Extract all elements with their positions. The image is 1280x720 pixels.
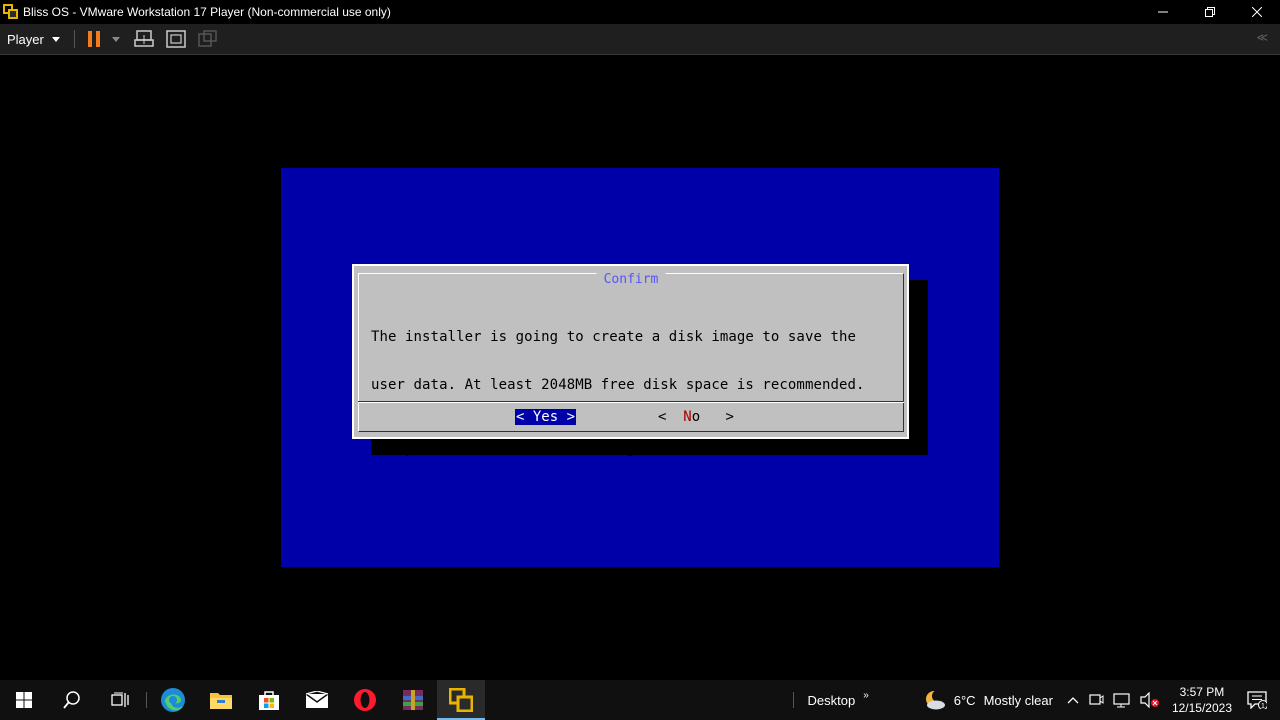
taskbar-app-mail[interactable] xyxy=(293,680,341,720)
clock-time: 3:57 PM xyxy=(1179,685,1225,699)
no-button-hotkey: N xyxy=(683,409,692,425)
minimize-button[interactable] xyxy=(1139,0,1186,24)
clock-date: 12/15/2023 xyxy=(1171,701,1232,715)
ctrl-alt-del-icon xyxy=(134,30,154,47)
system-tray: Desktop » 6°C Mostly clear 3:57 PM 12/15… xyxy=(787,680,1280,720)
weather-description: Mostly clear xyxy=(983,692,1053,708)
notification-count: 1 xyxy=(1261,703,1265,709)
no-button[interactable]: < No > xyxy=(658,409,734,425)
message-line: The installer is going to create a disk … xyxy=(371,329,856,345)
vm-display[interactable]: Confirm The installer is going to create… xyxy=(0,56,1280,680)
window-title-bar: Bliss OS - VMware Workstation 17 Player … xyxy=(0,0,1280,24)
taskbar-app-winrar[interactable] xyxy=(389,680,437,720)
player-menu-button[interactable]: Player xyxy=(7,32,60,47)
taskbar-app-store[interactable] xyxy=(245,680,293,720)
unity-mode-button[interactable] xyxy=(198,30,218,48)
window-title: Bliss OS - VMware Workstation 17 Player … xyxy=(23,5,391,19)
dialog-title: Confirm xyxy=(596,273,666,287)
search-button[interactable] xyxy=(48,680,96,720)
yes-button[interactable]: < Yes > xyxy=(515,409,577,425)
weather-temp: 6°C xyxy=(953,692,976,708)
unity-icon xyxy=(198,30,217,47)
store-icon xyxy=(259,691,279,710)
desktop-toolbar-chevron-icon[interactable]: » xyxy=(863,690,869,701)
tray-icons xyxy=(1067,692,1160,708)
confirm-dialog: Confirm The installer is going to create… xyxy=(352,264,909,457)
taskbar-app-opera[interactable] xyxy=(341,680,389,720)
minimize-icon xyxy=(1157,11,1168,13)
dialog-question: Are you sure to create the image? xyxy=(371,441,652,457)
close-button[interactable] xyxy=(1233,0,1280,24)
fullscreen-icon xyxy=(166,30,186,48)
edge-icon xyxy=(161,688,185,712)
pause-icon-bar xyxy=(95,31,100,47)
message-line: user data. At least 2048MB free disk spa… xyxy=(371,377,865,393)
close-icon xyxy=(1251,7,1262,17)
meet-now-icon[interactable] xyxy=(1088,692,1104,708)
weather-moon-cloud-icon xyxy=(925,690,945,710)
taskbar-divider xyxy=(146,692,147,708)
chevron-up-icon[interactable] xyxy=(1067,696,1079,704)
taskbar-clock[interactable]: 3:57 PM 12/15/2023 xyxy=(1172,684,1232,716)
window-controls xyxy=(1139,0,1280,24)
file-explorer-icon xyxy=(210,693,232,709)
no-button-rest: o xyxy=(691,409,701,425)
taskbar-app-vmware[interactable] xyxy=(437,680,485,720)
volume-muted-icon[interactable] xyxy=(1140,692,1160,708)
pause-icon-bar xyxy=(87,31,92,47)
chevron-down-icon xyxy=(51,36,60,42)
toolbar-divider xyxy=(73,30,75,48)
winrar-icon xyxy=(403,690,423,710)
maximize-button[interactable] xyxy=(1186,0,1233,24)
dialog-message: The installer is going to create a disk … xyxy=(371,297,865,489)
task-view-button[interactable] xyxy=(96,680,144,720)
search-icon xyxy=(63,691,80,709)
pause-button[interactable] xyxy=(87,31,100,47)
opera-icon xyxy=(354,689,376,711)
dialog-separator xyxy=(358,401,904,403)
tray-divider xyxy=(793,692,795,708)
mail-icon xyxy=(305,691,329,708)
network-icon[interactable] xyxy=(1113,692,1131,708)
start-button[interactable] xyxy=(0,680,48,720)
taskbar-app-file-explorer[interactable] xyxy=(197,680,245,720)
player-toolbar: Player ≪ xyxy=(0,24,1280,55)
windows-taskbar: Desktop » 6°C Mostly clear 3:57 PM 12/15… xyxy=(0,680,1280,720)
player-menu-label: Player xyxy=(7,31,44,47)
fullscreen-button[interactable] xyxy=(166,30,186,48)
weather-widget[interactable]: 6°C Mostly clear xyxy=(924,690,1053,710)
vmware-app-icon xyxy=(3,4,19,20)
power-options-chevron-icon[interactable] xyxy=(111,36,120,42)
action-center-button[interactable]: 1 xyxy=(1246,691,1268,709)
notification-icon: 1 xyxy=(1247,691,1267,709)
send-ctrl-alt-del-button[interactable] xyxy=(134,30,154,48)
vmware-icon xyxy=(449,688,473,712)
collapse-toolbar-icon[interactable]: ≪ xyxy=(1256,31,1268,44)
no-button-right: > xyxy=(725,409,734,425)
task-view-icon xyxy=(111,692,129,707)
desktop-toolbar-label[interactable]: Desktop xyxy=(807,693,855,708)
start-icon xyxy=(16,692,32,708)
taskbar-app-edge[interactable] xyxy=(149,680,197,720)
restore-icon xyxy=(1204,7,1215,17)
